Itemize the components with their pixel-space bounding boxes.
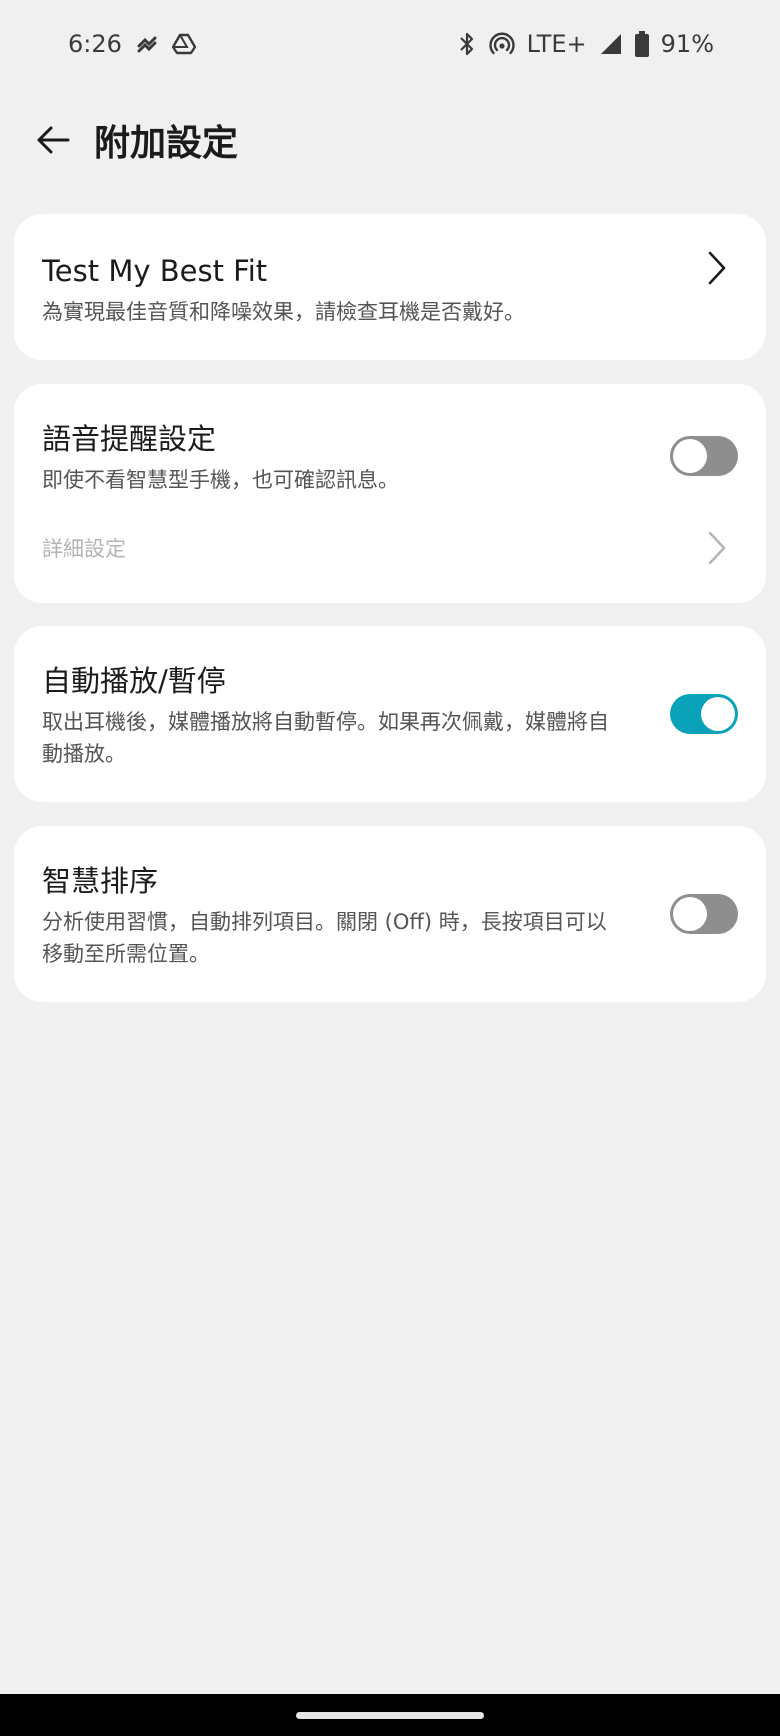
detail-settings-label: 詳細設定 (42, 537, 126, 561)
detail-settings-row[interactable]: 詳細設定 (14, 518, 766, 578)
status-bar: 6:26 LTE+ 91% (0, 0, 780, 88)
hotspot-icon (488, 31, 515, 57)
chevron-right-icon (706, 530, 728, 566)
voice-notification-description: 即使不看智慧型手機，也可確認訊息。 (42, 468, 399, 492)
voice-notification-card: 語音提醒設定 即使不看智慧型手機，也可確認訊息。 詳細設定 (14, 384, 766, 603)
signal-icon (599, 32, 623, 56)
app-bar: 附加設定 (0, 100, 780, 180)
smart-sort-card[interactable]: 智慧排序 分析使用習慣，自動排列項目。關閉 (Off) 時，長按項目可以移動至所… (14, 826, 766, 1002)
status-left: 6:26 (68, 30, 196, 58)
auto-play-title: 自動播放/暫停 (42, 664, 226, 698)
best-fit-card[interactable]: Test My Best Fit 為實現最佳音質和降噪效果，請檢查耳機是否戴好。 (14, 214, 766, 360)
toggle-knob (673, 439, 707, 473)
battery-level: 91% (660, 30, 714, 58)
smart-sort-title: 智慧排序 (42, 864, 159, 898)
page-title: 附加設定 (94, 123, 239, 164)
toggle-knob (673, 897, 707, 931)
link-icon (136, 33, 158, 55)
screen: 6:26 LTE+ 91% 附加設定 Test My Best Fit 為實現最… (0, 0, 780, 1736)
status-time: 6:26 (68, 30, 122, 58)
arrow-left-icon (37, 126, 70, 154)
bluetooth-icon (457, 31, 477, 57)
smart-sort-description: 分析使用習慣，自動排列項目。關閉 (Off) 時，長按項目可以移動至所需位置。 (42, 910, 607, 966)
auto-play-description: 取出耳機後，媒體播放將自動暫停。如果再次佩戴，媒體將自動播放。 (42, 710, 609, 766)
network-type: LTE+ (526, 30, 587, 58)
auto-play-card[interactable]: 自動播放/暫停 取出耳機後，媒體播放將自動暫停。如果再次佩戴，媒體將自動播放。 (14, 626, 766, 802)
home-handle[interactable] (296, 1711, 484, 1719)
best-fit-description: 為實現最佳音質和降噪效果，請檢查耳機是否戴好。 (42, 300, 525, 324)
chevron-right-icon (706, 250, 728, 286)
voice-notification-row[interactable]: 語音提醒設定 即使不看智慧型手機，也可確認訊息。 (14, 384, 766, 496)
battery-icon (634, 31, 649, 57)
auto-play-toggle[interactable] (670, 694, 738, 734)
voice-notification-title: 語音提醒設定 (42, 422, 217, 456)
status-right: LTE+ 91% (457, 30, 714, 58)
drive-icon (171, 33, 196, 55)
best-fit-title: Test My Best Fit (42, 254, 268, 288)
back-button[interactable] (18, 105, 88, 175)
smart-sort-toggle[interactable] (670, 894, 738, 934)
navigation-bar (0, 1694, 780, 1736)
voice-notification-toggle[interactable] (670, 436, 738, 476)
toggle-knob (701, 697, 735, 731)
